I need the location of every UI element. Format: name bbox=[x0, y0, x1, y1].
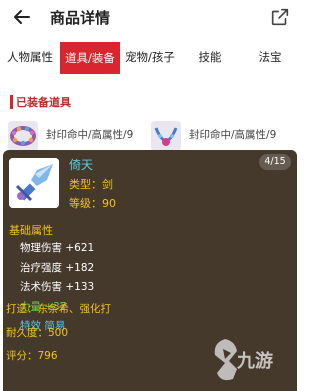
equipped-item[interactable]: 封印命中/高属性/9 bbox=[143, 118, 293, 154]
equipped-items-row: 封印命中/高属性/9 封印命中/高属性/9 bbox=[0, 118, 300, 154]
back-arrow-icon[interactable] bbox=[10, 5, 34, 29]
section-accent-bar bbox=[10, 95, 13, 109]
header-bar: 商品详情 bbox=[0, 0, 300, 34]
necklace-icon bbox=[151, 121, 181, 151]
tab-skills[interactable]: 技能 bbox=[180, 34, 240, 80]
item-level: 等级：90 bbox=[69, 197, 116, 210]
tab-magic-treasure[interactable]: 法宝 bbox=[240, 34, 300, 80]
equipped-section-header: 已装备道具 bbox=[0, 93, 300, 111]
base-attributes-title: 基础属性 bbox=[9, 224, 53, 237]
tab-items-equipment[interactable]: 道具/装备 bbox=[60, 42, 120, 74]
tab-character-attributes[interactable]: 人物属性 bbox=[0, 34, 60, 80]
tab-bar: 人物属性 道具/装备 宠物/孩子 技能 法宝 bbox=[0, 34, 300, 80]
item-durability: 耐久度：500 bbox=[6, 327, 69, 339]
bracelet-icon bbox=[8, 121, 38, 151]
attribute-magic-damage: 法术伤害 +133 bbox=[20, 281, 95, 293]
item-score: 评分：796 bbox=[6, 350, 58, 362]
sword-icon bbox=[9, 158, 59, 208]
page-indicator-badge: 4/15 bbox=[259, 154, 291, 170]
attribute-physical-damage: 物理伤害 +621 bbox=[20, 242, 95, 254]
share-icon[interactable] bbox=[269, 6, 291, 28]
equipped-item-label: 封印命中/高属性/9 bbox=[46, 129, 134, 141]
watermark-text: 九游 bbox=[237, 351, 273, 372]
attribute-healing-power: 治疗强度 +182 bbox=[20, 262, 95, 274]
equipped-section-title: 已装备道具 bbox=[16, 96, 71, 109]
item-name: 倚天 bbox=[69, 158, 94, 172]
item-forge-info: 打造：东条希、强化打 bbox=[6, 303, 111, 315]
screen: 商品详情 人物属性 道具/装备 宠物/孩子 技能 法宝 已装备道具 封印命中/高… bbox=[0, 0, 300, 391]
tab-pets-children[interactable]: 宠物/孩子 bbox=[120, 34, 180, 80]
equipped-item-label: 封印命中/高属性/9 bbox=[189, 129, 277, 141]
page-title: 商品详情 bbox=[50, 9, 111, 27]
item-type: 类型：剑 bbox=[69, 178, 113, 191]
equipped-item[interactable]: 封印命中/高属性/9 bbox=[0, 118, 150, 154]
